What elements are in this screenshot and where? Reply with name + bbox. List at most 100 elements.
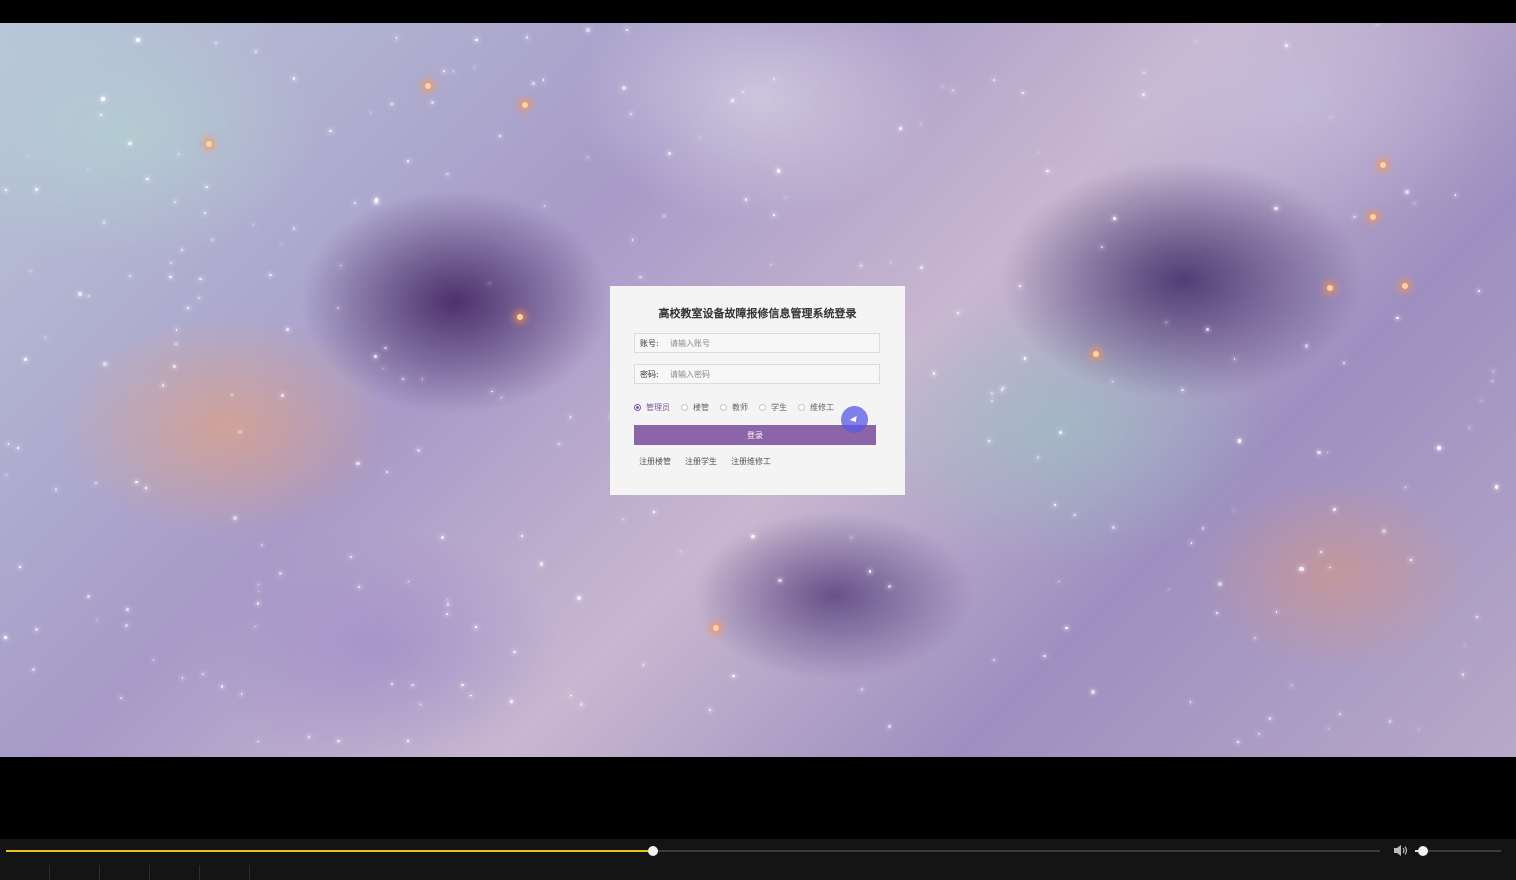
star-dot <box>257 740 259 743</box>
star-dot <box>1205 327 1210 332</box>
radio-icon[interactable] <box>720 404 727 411</box>
star-dot <box>731 98 735 102</box>
star-dot <box>642 664 644 666</box>
password-input[interactable] <box>670 369 870 379</box>
control-slot[interactable] <box>0 865 50 880</box>
star-dot <box>221 685 224 688</box>
star-dot <box>1454 194 1457 196</box>
role-teacher[interactable]: 教师 <box>720 402 748 413</box>
star-dot <box>86 169 88 171</box>
star-dot <box>498 134 501 137</box>
register-repairman-link[interactable]: 注册维修工 <box>731 456 771 467</box>
star-dot <box>942 85 944 87</box>
star-dot <box>1201 527 1205 530</box>
star-dot <box>446 603 450 606</box>
role-repairman[interactable]: 维修工 <box>798 402 834 413</box>
star-dot <box>513 650 516 653</box>
star-dot <box>510 700 513 703</box>
role-label: 楼管 <box>693 403 709 412</box>
star-dot <box>441 535 444 539</box>
star-dot <box>197 296 200 299</box>
star-dot <box>1090 689 1095 694</box>
glowing-star <box>206 141 212 147</box>
login-button[interactable]: 登录 <box>634 425 876 445</box>
password-label: 密码: <box>640 369 659 379</box>
star-dot <box>135 480 139 484</box>
star-dot <box>174 343 177 346</box>
star-dot <box>307 735 311 739</box>
role-label: 学生 <box>771 403 787 412</box>
role-student[interactable]: 学生 <box>759 402 787 413</box>
control-slot[interactable] <box>200 865 250 880</box>
star-dot <box>1181 388 1184 392</box>
star-dot <box>1480 400 1482 402</box>
glowing-star <box>522 102 528 108</box>
star-dot <box>1329 566 1331 569</box>
star-dot <box>278 572 282 576</box>
star-dot <box>1343 361 1346 364</box>
star-dot <box>1339 713 1342 716</box>
star-dot <box>1333 507 1337 511</box>
login-title: 高校教室设备故障报修信息管理系统登录 <box>658 307 857 320</box>
star-dot <box>35 188 38 191</box>
star-dot <box>784 196 786 198</box>
star-dot <box>395 36 398 39</box>
radio-icon[interactable] <box>759 404 766 411</box>
glowing-star <box>1093 351 1099 357</box>
control-slot[interactable] <box>150 865 200 880</box>
star-dot <box>1285 44 1288 47</box>
star-dot <box>173 364 177 368</box>
star-dot <box>1036 456 1040 459</box>
seek-handle[interactable] <box>648 846 659 856</box>
password-field[interactable]: 密码: <box>634 364 880 384</box>
star-dot <box>45 336 47 338</box>
star-dot <box>177 153 179 155</box>
star-dot <box>203 211 206 215</box>
star-dot <box>1268 717 1272 720</box>
star-dot <box>542 79 545 81</box>
star-dot <box>238 430 241 434</box>
star-dot <box>1113 217 1116 220</box>
control-strip <box>0 865 1516 880</box>
star-dot <box>419 704 422 706</box>
volume-icon[interactable] <box>1393 844 1408 857</box>
star-dot <box>1237 439 1242 443</box>
control-slot[interactable] <box>100 865 150 880</box>
star-dot <box>255 626 257 628</box>
star-dot <box>776 169 781 173</box>
star-dot <box>626 29 629 32</box>
star-dot <box>1404 486 1407 489</box>
volume-handle[interactable] <box>1417 846 1428 856</box>
register-links: 注册楼管 注册学生 注册维修工 <box>639 456 785 467</box>
star-dot <box>653 511 655 513</box>
role-building-manager[interactable]: 楼管 <box>681 402 709 413</box>
star-dot <box>491 390 493 392</box>
star-dot <box>956 311 960 314</box>
star-dot <box>1405 189 1410 194</box>
seek-bar[interactable] <box>6 846 1380 856</box>
register-student-link[interactable]: 注册学生 <box>685 456 717 467</box>
radio-icon[interactable] <box>798 404 805 411</box>
star-dot <box>161 384 165 388</box>
star-dot <box>532 82 536 86</box>
star-dot <box>256 602 260 606</box>
star-dot <box>570 694 572 696</box>
star-dot <box>992 659 995 662</box>
radio-icon[interactable] <box>634 404 641 411</box>
star-dot <box>1218 581 1223 587</box>
star-dot <box>29 270 32 273</box>
glowing-star <box>1402 283 1408 289</box>
account-field[interactable]: 账号: <box>634 333 880 353</box>
star-dot <box>32 668 35 671</box>
account-input[interactable] <box>670 338 870 348</box>
register-building-manager-link[interactable]: 注册楼管 <box>639 456 671 467</box>
radio-icon[interactable] <box>681 404 688 411</box>
star-dot <box>95 481 98 485</box>
star-dot <box>991 392 993 395</box>
control-slot[interactable] <box>50 865 100 880</box>
role-admin[interactable]: 管理员 <box>634 402 670 413</box>
star-dot <box>101 97 105 101</box>
star-dot <box>890 261 892 263</box>
volume-slider[interactable] <box>1415 846 1501 856</box>
star-dot <box>639 276 642 279</box>
